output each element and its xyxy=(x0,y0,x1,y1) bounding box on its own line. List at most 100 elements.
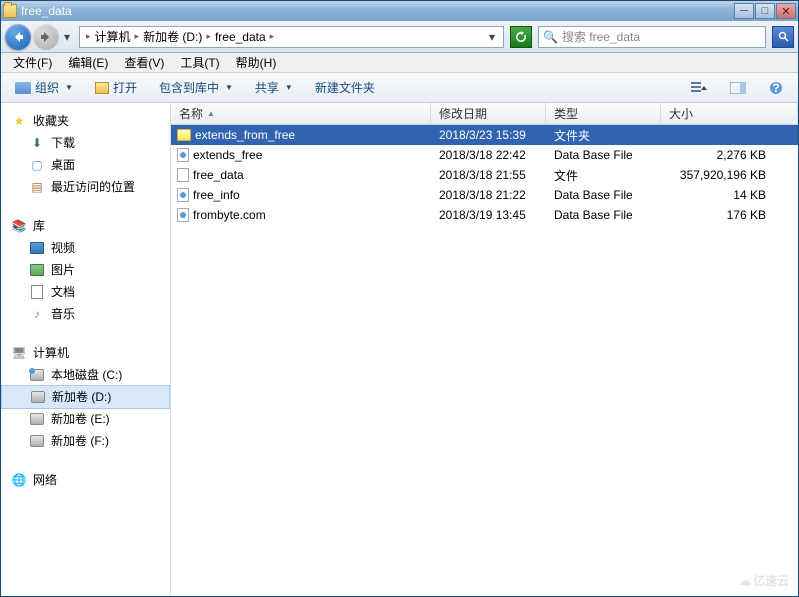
explorer-window: free_data ─ □ ✕ ▾ ▸ 计算机 ▸ 新加卷 (D:) ▸ fre… xyxy=(0,0,799,597)
breadcrumb-label: free_data xyxy=(215,30,266,44)
menu-bar: 文件(F) 编辑(E) 查看(V) 工具(T) 帮助(H) xyxy=(1,53,798,73)
sidebar-drive-d[interactable]: 新加卷 (D:) xyxy=(1,385,170,409)
nav-history-dropdown[interactable]: ▾ xyxy=(61,30,73,44)
open-label: 打开 xyxy=(113,79,137,96)
column-size[interactable]: 大小 xyxy=(661,103,798,124)
sidebar-drive-f[interactable]: 新加卷 (F:) xyxy=(1,430,170,452)
new-folder-button[interactable]: 新建文件夹 xyxy=(309,76,381,99)
sidebar-label: 最近访问的位置 xyxy=(51,178,135,196)
sidebar-desktop[interactable]: ▢ 桌面 xyxy=(1,154,170,176)
address-dropdown[interactable]: ▾ xyxy=(483,30,501,44)
sidebar-favorites-group: ★ 收藏夹 ⬇ 下载 ▢ 桌面 ▤ 最近访问的位置 xyxy=(1,109,170,198)
file-icon xyxy=(177,168,189,182)
sidebar-label: 音乐 xyxy=(51,305,75,323)
back-button[interactable] xyxy=(5,24,31,50)
search-input[interactable]: 🔍 搜索 free_data xyxy=(538,26,766,48)
breadcrumb-computer[interactable]: 计算机 xyxy=(91,27,135,47)
window-title: free_data xyxy=(21,4,734,18)
sidebar-computer[interactable]: 🖥 计算机 xyxy=(1,341,170,364)
sort-indicator-icon: ▲ xyxy=(207,109,215,118)
menu-view[interactable]: 查看(V) xyxy=(116,52,172,73)
sidebar-drive-e[interactable]: 新加卷 (E:) xyxy=(1,408,170,430)
file-row[interactable]: extends_from_free2018/3/23 15:39文件夹 xyxy=(171,125,798,145)
breadcrumb-drive[interactable]: 新加卷 (D:) xyxy=(139,27,206,47)
sidebar-label: 计算机 xyxy=(33,344,69,361)
title-bar[interactable]: free_data ─ □ ✕ xyxy=(1,1,798,21)
file-rows[interactable]: extends_from_free2018/3/23 15:39文件夹exten… xyxy=(171,125,798,596)
chevron-down-icon: ▼ xyxy=(285,83,293,92)
menu-tools[interactable]: 工具(T) xyxy=(172,52,227,73)
library-icon: 📚 xyxy=(11,218,27,234)
sidebar-label: 新加卷 (F:) xyxy=(51,432,109,450)
sidebar-videos[interactable]: 视频 xyxy=(1,237,170,259)
sidebar-label: 库 xyxy=(33,217,45,234)
search-icon: 🔍 xyxy=(543,30,558,44)
chevron-right-icon[interactable]: ▸ xyxy=(270,31,275,42)
sidebar-label: 文档 xyxy=(51,283,75,301)
file-row[interactable]: extends_free2018/3/18 22:42Data Base Fil… xyxy=(171,145,798,165)
navigation-pane[interactable]: ★ 收藏夹 ⬇ 下载 ▢ 桌面 ▤ 最近访问的位置 📚 xyxy=(1,103,171,596)
search-icon xyxy=(778,31,789,42)
preview-pane-button[interactable] xyxy=(724,77,752,99)
column-type[interactable]: 类型 xyxy=(546,103,661,124)
file-name: frombyte.com xyxy=(193,208,266,222)
file-row[interactable]: free_data2018/3/18 21:55文件357,920,196 KB xyxy=(171,165,798,185)
view-options-button[interactable] xyxy=(686,77,714,99)
menu-edit[interactable]: 编辑(E) xyxy=(60,52,116,73)
sidebar-libraries[interactable]: 📚 库 xyxy=(1,214,170,237)
view-icon xyxy=(691,81,709,95)
file-type: 文件 xyxy=(546,167,661,184)
disk-icon xyxy=(30,369,44,381)
preview-icon xyxy=(730,82,746,94)
open-icon xyxy=(95,82,109,94)
network-icon: 🌐 xyxy=(11,472,27,488)
sidebar-label: 视频 xyxy=(51,239,75,257)
breadcrumb-folder[interactable]: free_data xyxy=(211,27,270,47)
column-headers: 名称 ▲ 修改日期 类型 大小 xyxy=(171,103,798,125)
sidebar-drive-c[interactable]: 本地磁盘 (C:) xyxy=(1,364,170,386)
address-bar[interactable]: ▸ 计算机 ▸ 新加卷 (D:) ▸ free_data ▸ ▾ xyxy=(79,26,504,48)
sidebar-music[interactable]: ♪ 音乐 xyxy=(1,303,170,325)
open-button[interactable]: 打开 xyxy=(89,76,143,99)
organize-button[interactable]: 组织 ▼ xyxy=(9,76,79,99)
download-icon: ⬇ xyxy=(29,135,45,151)
maximize-button[interactable]: □ xyxy=(755,3,775,19)
menu-file[interactable]: 文件(F) xyxy=(5,52,60,73)
help-button[interactable]: ? xyxy=(762,77,790,99)
svg-text:?: ? xyxy=(772,81,779,95)
new-folder-label: 新建文件夹 xyxy=(315,79,375,96)
column-name[interactable]: 名称 ▲ xyxy=(171,103,431,124)
column-date[interactable]: 修改日期 xyxy=(431,103,546,124)
sidebar-downloads[interactable]: ⬇ 下载 xyxy=(1,132,170,154)
file-row[interactable]: frombyte.com2018/3/19 13:45Data Base Fil… xyxy=(171,205,798,225)
sidebar-libraries-group: 📚 库 视频 图片 文档 ♪ 音乐 xyxy=(1,214,170,325)
sidebar-network[interactable]: 🌐 网络 xyxy=(1,468,170,491)
include-button[interactable]: 包含到库中 ▼ xyxy=(153,76,239,99)
sidebar-documents[interactable]: 文档 xyxy=(1,281,170,303)
music-icon: ♪ xyxy=(29,306,45,322)
arrow-right-icon xyxy=(39,30,53,44)
search-go-button[interactable] xyxy=(772,26,794,48)
file-size: 357,920,196 KB xyxy=(661,168,776,182)
column-label: 名称 xyxy=(179,105,203,122)
minimize-button[interactable]: ─ xyxy=(734,3,754,19)
menu-help[interactable]: 帮助(H) xyxy=(228,52,285,73)
refresh-button[interactable] xyxy=(510,26,532,48)
recent-icon: ▤ xyxy=(29,179,45,195)
share-button[interactable]: 共享 ▼ xyxy=(249,76,299,99)
sidebar-recent[interactable]: ▤ 最近访问的位置 xyxy=(1,176,170,198)
sidebar-pictures[interactable]: 图片 xyxy=(1,259,170,281)
sidebar-network-group: 🌐 网络 xyxy=(1,468,170,491)
file-row[interactable]: free_info2018/3/18 21:22Data Base File14… xyxy=(171,185,798,205)
file-name: extends_from_free xyxy=(195,128,295,142)
sidebar-favorites[interactable]: ★ 收藏夹 xyxy=(1,109,170,132)
file-list-pane: 名称 ▲ 修改日期 类型 大小 extends_from_free2018/3/… xyxy=(171,103,798,596)
file-icon xyxy=(177,148,189,162)
refresh-icon xyxy=(515,31,527,43)
star-icon: ★ xyxy=(11,113,27,129)
sidebar-label: 网络 xyxy=(33,471,57,488)
file-type: Data Base File xyxy=(546,188,661,202)
file-date: 2018/3/18 21:55 xyxy=(431,168,546,182)
file-type: Data Base File xyxy=(546,148,661,162)
close-button[interactable]: ✕ xyxy=(776,3,796,19)
